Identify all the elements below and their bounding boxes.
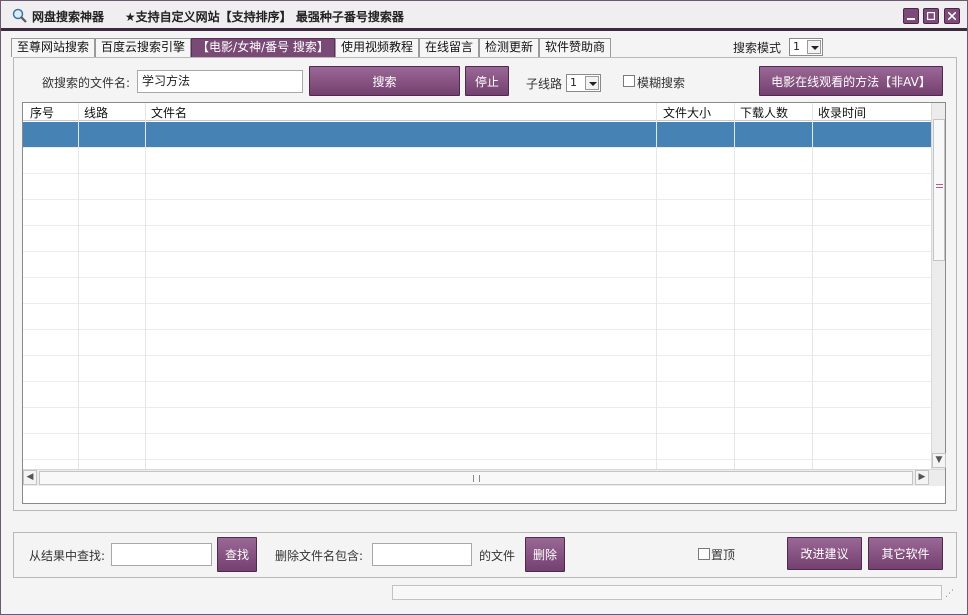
- table-row: [23, 174, 931, 200]
- results-table[interactable]: 序号 线路 文件名 文件大小 下载人数 收录时间 ▼ ◀ ▶: [22, 102, 946, 504]
- other-software-button[interactable]: 其它软件: [868, 537, 943, 570]
- search-app-icon: [12, 8, 27, 23]
- table-row: [23, 252, 931, 278]
- horizontal-scroll-thumb[interactable]: [39, 471, 913, 485]
- subline-label: 子线路: [526, 77, 563, 91]
- tab-movie-search[interactable]: 【电影/女神/番号 搜索】: [191, 38, 335, 57]
- tab-vip-site-search[interactable]: 至尊网站搜索: [11, 38, 96, 57]
- find-button[interactable]: 查找: [217, 537, 257, 572]
- table-row: [23, 330, 931, 356]
- table-header: 序号 线路 文件名 文件大小 下载人数 收录时间: [23, 103, 931, 121]
- find-input[interactable]: [111, 543, 212, 566]
- vertical-scroll-thumb[interactable]: [933, 119, 945, 261]
- scroll-down-icon[interactable]: ▼: [932, 453, 946, 468]
- search-button[interactable]: 搜索: [309, 66, 460, 96]
- table-row: [23, 304, 931, 330]
- app-window: 网盘搜索神器 ★支持自定义网站【支持排序】 最强种子番号搜索器 至尊网站搜索 百…: [0, 0, 968, 615]
- delete-label: 删除文件名包含:: [275, 549, 364, 563]
- column-divider: [734, 103, 735, 469]
- tab-video-tutorial[interactable]: 使用视频教程: [334, 38, 419, 57]
- column-divider: [78, 103, 79, 469]
- search-input[interactable]: 学习方法: [137, 70, 303, 93]
- close-button[interactable]: [944, 8, 960, 24]
- minimize-button[interactable]: [903, 8, 919, 24]
- find-label: 从结果中查找:: [29, 549, 106, 563]
- status-field: [392, 585, 942, 600]
- fuzzy-search-label: 模糊搜索: [637, 76, 686, 90]
- column-divider: [145, 103, 146, 469]
- title-bar[interactable]: 网盘搜索神器 ★支持自定义网站【支持排序】 最强种子番号搜索器: [1, 1, 967, 31]
- delete-input[interactable]: [372, 543, 472, 566]
- maximize-button[interactable]: [923, 8, 939, 24]
- table-row[interactable]: [23, 122, 931, 148]
- chevron-down-icon[interactable]: [807, 40, 821, 54]
- column-divider: [656, 103, 657, 469]
- table-row: [23, 434, 931, 460]
- search-mode-value: 1: [793, 40, 800, 53]
- tab-strip: 至尊网站搜索 百度云搜索引擎 【电影/女神/番号 搜索】 使用视频教程 在线留言…: [11, 38, 611, 57]
- vertical-scrollbar[interactable]: ▼: [931, 103, 946, 469]
- filter-panel: 从结果中查找: 查找 删除文件名包含: 的文件 删除 置顶 改进建议 其它软件: [13, 532, 957, 578]
- table-row: [23, 408, 931, 434]
- status-bar: ⋰: [1, 581, 967, 614]
- col-header-filesize[interactable]: 文件大小: [663, 104, 711, 121]
- grip-icon: [936, 184, 943, 188]
- col-header-route[interactable]: 线路: [84, 104, 108, 121]
- online-watch-button[interactable]: 电影在线观看的方法【非AV】: [759, 66, 943, 96]
- tab-baidu-cloud-search[interactable]: 百度云搜索引擎: [95, 38, 192, 57]
- col-header-indexed-time[interactable]: 收录时间: [818, 104, 866, 121]
- scroll-right-icon[interactable]: ▶: [915, 470, 929, 485]
- grip-icon: [473, 475, 480, 482]
- subline-select[interactable]: 1: [566, 74, 601, 92]
- fuzzy-search-checkbox[interactable]: [623, 75, 635, 87]
- filename-label: 欲搜索的文件名:: [42, 76, 131, 90]
- minimize-icon: [907, 18, 915, 20]
- col-header-index[interactable]: 序号: [30, 104, 54, 121]
- pin-top-checkbox[interactable]: [698, 548, 710, 560]
- subline-value: 1: [570, 76, 577, 89]
- search-mode-select[interactable]: 1: [789, 38, 823, 56]
- stop-button[interactable]: 停止: [465, 66, 509, 96]
- maximize-icon: [927, 12, 935, 20]
- delete-suffix-label: 的文件: [479, 549, 516, 563]
- suggest-button[interactable]: 改进建议: [787, 537, 862, 570]
- app-subtitle: ★支持自定义网站【支持排序】 最强种子番号搜索器: [124, 10, 404, 24]
- window-title: 网盘搜索神器 ★支持自定义网站【支持排序】 最强种子番号搜索器: [32, 8, 404, 25]
- table-row: [23, 356, 931, 382]
- tab-sponsors[interactable]: 软件赞助商: [538, 38, 611, 57]
- tab-check-update[interactable]: 检测更新: [478, 38, 539, 57]
- table-row: [23, 148, 931, 174]
- col-header-downloads[interactable]: 下载人数: [740, 104, 788, 121]
- tab-online-message[interactable]: 在线留言: [418, 38, 479, 57]
- close-icon: [948, 12, 956, 20]
- column-divider: [812, 103, 813, 469]
- chevron-down-icon[interactable]: [585, 76, 599, 90]
- horizontal-scrollbar[interactable]: ◀ ▶: [23, 469, 945, 486]
- search-panel: 欲搜索的文件名: 学习方法 搜索 停止 子线路 1 模糊搜索 电影在线观看的方法…: [13, 57, 957, 511]
- resize-grip-icon[interactable]: ⋰: [945, 589, 957, 601]
- table-row: [23, 200, 931, 226]
- pin-top-label: 置顶: [711, 548, 736, 562]
- table-row: [23, 382, 931, 408]
- table-row: [23, 278, 931, 304]
- search-mode-label: 搜索模式: [733, 41, 782, 55]
- col-header-filename[interactable]: 文件名: [151, 104, 187, 121]
- delete-button[interactable]: 删除: [525, 537, 565, 572]
- app-name: 网盘搜索神器: [32, 10, 105, 24]
- table-row: [23, 226, 931, 252]
- scroll-left-icon[interactable]: ◀: [23, 470, 37, 485]
